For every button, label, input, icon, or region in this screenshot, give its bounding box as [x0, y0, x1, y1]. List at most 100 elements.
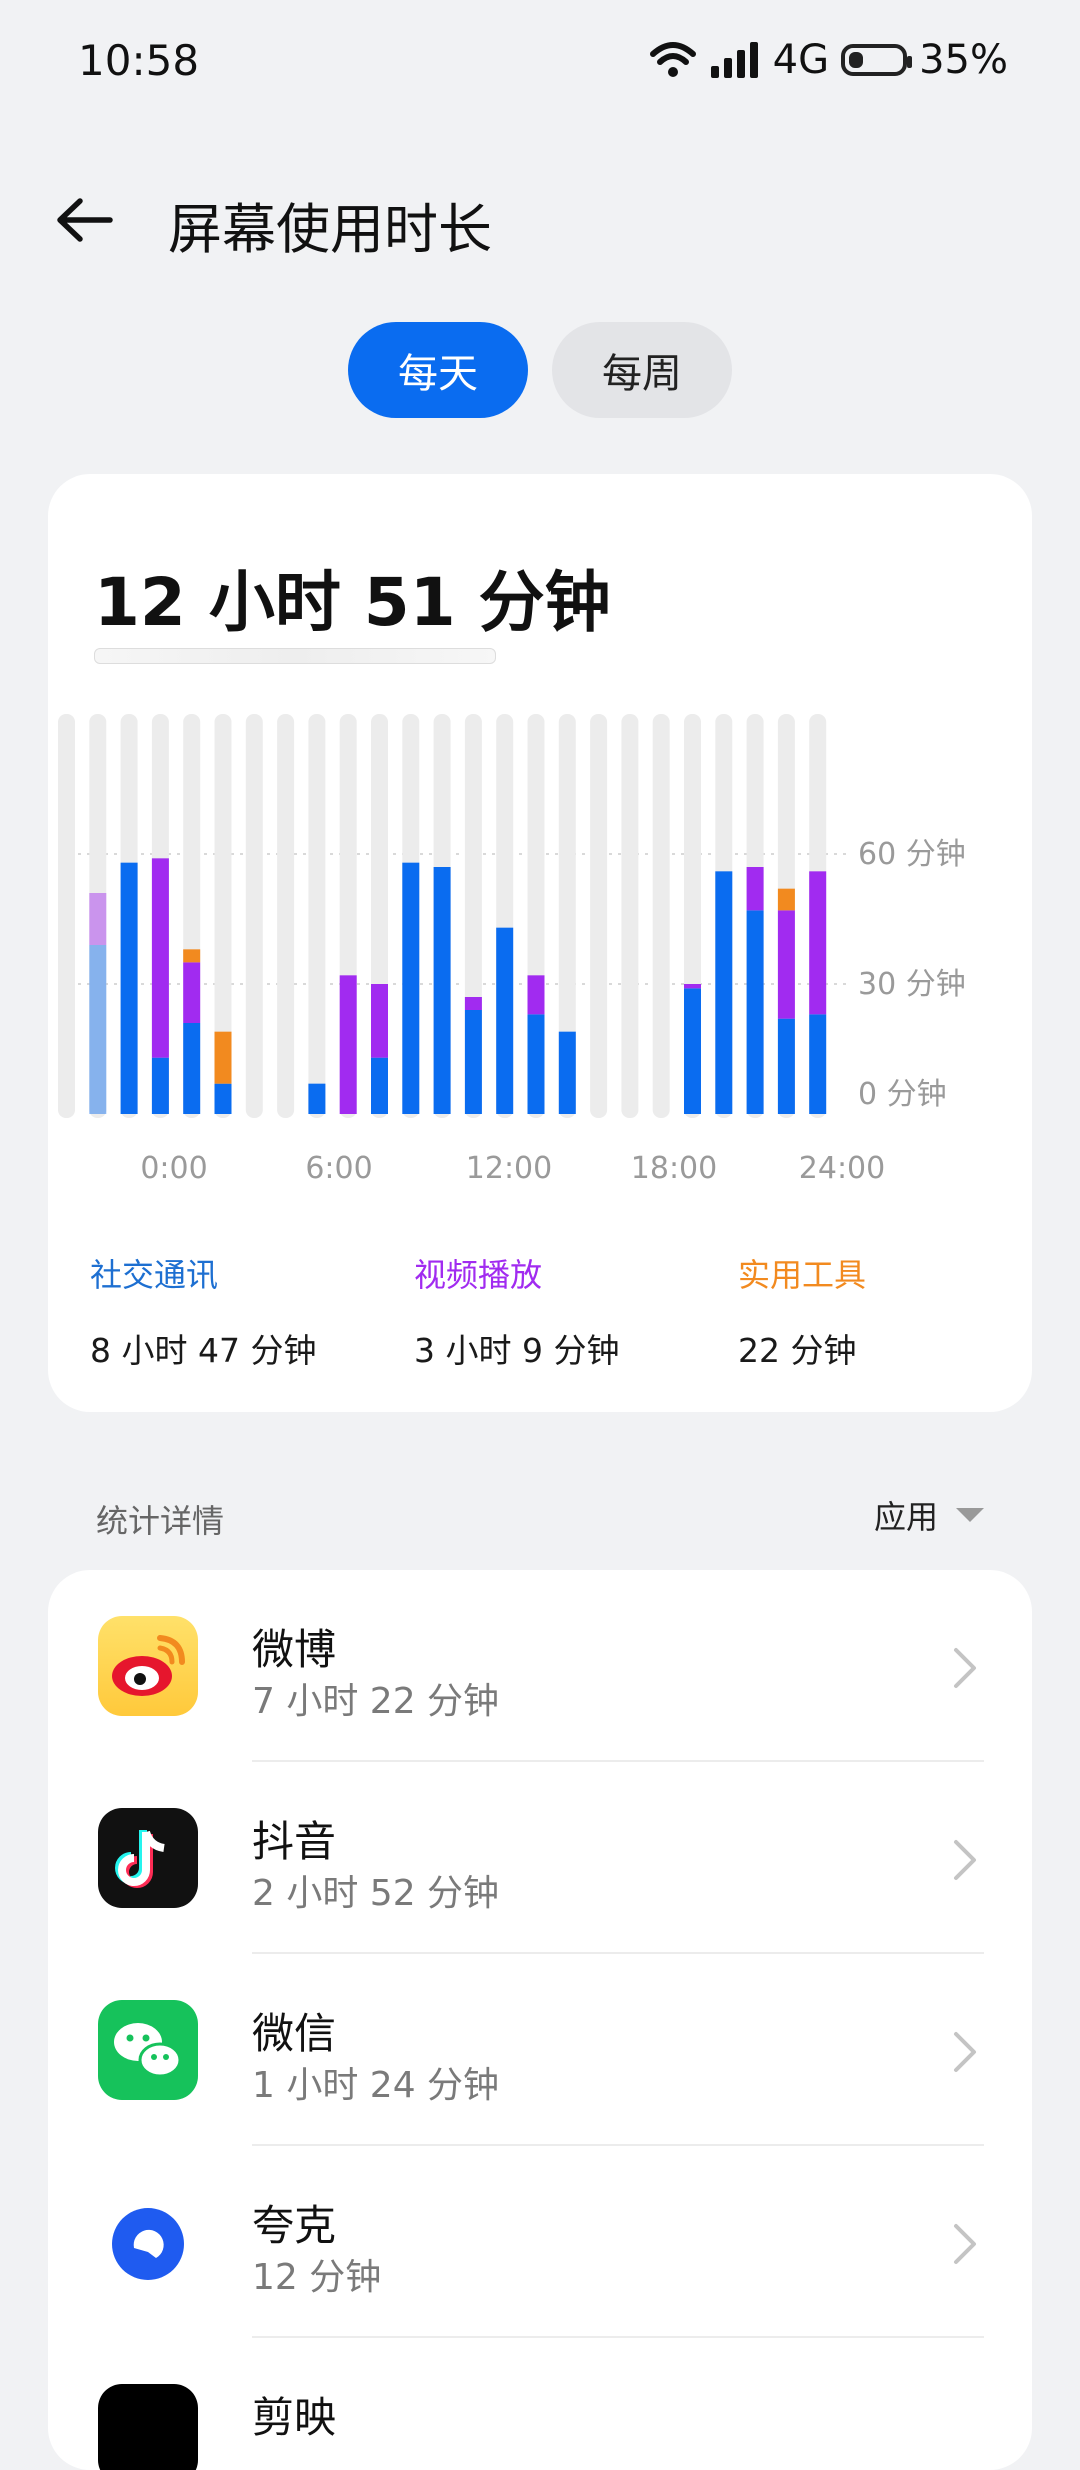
chevron-right-icon	[954, 2032, 976, 2072]
bar-segment	[308, 1083, 326, 1114]
douyin-icon	[98, 1808, 198, 1908]
bar-segment	[89, 945, 107, 1114]
bar-track[interactable]	[277, 714, 295, 1118]
wifi-icon	[649, 42, 696, 77]
x-tick-label: 0:00	[140, 1151, 207, 1186]
y-tick-label: 60 分钟	[858, 837, 966, 872]
signal-icon	[710, 42, 758, 78]
app-usage-time: 7 小时 22 分钟	[252, 1681, 500, 1722]
bar-track[interactable]	[590, 714, 608, 1118]
category-social: 社交通讯 8 小时 47 分钟	[90, 1250, 316, 1372]
app-usage-time: 2 小时 52 分钟	[252, 1873, 500, 1914]
total-usage: 12 小时 51 分钟	[94, 564, 611, 641]
bar-segment	[183, 1023, 201, 1114]
app-row-jianying[interactable]: 剪映	[48, 2338, 1032, 2470]
bar-segment	[746, 867, 764, 911]
bar-segment	[371, 984, 388, 1058]
app-name: 夸克	[252, 2201, 337, 2250]
battery-icon	[841, 44, 913, 76]
chevron-right-icon	[954, 1840, 976, 1880]
category-value: 3 小时 9 分钟	[414, 1331, 620, 1370]
bar-segment	[464, 997, 482, 1010]
wechat-icon	[98, 2000, 198, 2100]
back-arrow-icon[interactable]	[50, 185, 120, 255]
bar-segment	[527, 975, 545, 1015]
page-title: 屏幕使用时长	[168, 198, 492, 261]
dropdown-triangle-icon	[956, 1508, 984, 1522]
redacted-text	[94, 648, 496, 664]
bar-segment	[183, 949, 201, 963]
x-tick-label: 12:00	[466, 1151, 552, 1186]
network-type: 4G	[772, 37, 830, 83]
status-time: 10:58	[78, 36, 200, 85]
app-name: 剪映	[252, 2393, 337, 2442]
bar-segment	[339, 975, 357, 1114]
usage-summary-card: 12 小时 51 分钟 60 分钟 30 分钟 0 分钟 0:00 6:00 12:00 1…	[48, 474, 1032, 1412]
bar-segment	[214, 1083, 232, 1114]
bar-track[interactable]	[58, 714, 75, 1118]
app-row-quark[interactable]: 夸克 12 分钟	[48, 2146, 1032, 2338]
bar-segment	[809, 871, 827, 1015]
jianying-icon	[98, 2384, 198, 2470]
app-name: 微信	[252, 2009, 337, 2058]
bar-segment	[151, 858, 169, 1058]
y-tick-label: 0 分钟	[858, 1077, 947, 1112]
app-list: 微博 7 小时 22 分钟 抖音 2 小时 52 分钟 微信 1 小时 24 分…	[48, 1570, 1032, 2470]
chevron-right-icon	[954, 2224, 976, 2264]
bar-segment	[151, 1057, 169, 1114]
weibo-icon	[98, 1616, 198, 1716]
bar-track[interactable]	[308, 714, 326, 1118]
app-name: 抖音	[252, 1817, 337, 1866]
bar-segment	[746, 910, 764, 1114]
battery-percent: 35%	[919, 37, 1008, 83]
bar-segment	[433, 867, 451, 1114]
category-value: 22 分钟	[738, 1331, 857, 1370]
app-usage-time: 1 小时 24 分钟	[252, 2065, 500, 2106]
bar-segment	[371, 1057, 388, 1114]
x-tick-label: 6:00	[305, 1151, 372, 1186]
category-name: 实用工具	[738, 1256, 867, 1294]
category-video: 视频播放 3 小时 9 分钟	[414, 1250, 619, 1372]
bar-segment	[684, 988, 701, 1114]
period-tabs: 每天 每周	[0, 322, 1080, 420]
y-tick-label: 30 分钟	[858, 967, 966, 1002]
tab-weekly[interactable]: 每周	[552, 322, 732, 418]
bar-segment	[402, 862, 420, 1114]
quark-icon	[98, 2192, 198, 2292]
category-name: 社交通讯	[90, 1256, 219, 1294]
status-bar: 10:58 4G 35%	[0, 0, 1080, 124]
app-name: 微博	[252, 1625, 337, 1674]
bar-track[interactable]	[652, 714, 670, 1118]
usage-chart: 60 分钟 30 分钟 0 分钟 0:00 6:00 12:00 18:00 24:00	[58, 714, 966, 1186]
status-icons: 4G 35%	[649, 34, 1008, 86]
details-heading: 统计详情	[96, 1502, 225, 1540]
x-tick-label: 18:00	[631, 1151, 717, 1186]
bar-segment	[464, 1010, 482, 1114]
bar-segment	[684, 984, 701, 989]
category-tools: 实用工具 22 分钟	[738, 1250, 866, 1372]
bar-segment	[496, 927, 514, 1114]
bar-segment	[777, 910, 795, 1019]
filter-label: 应用	[873, 1498, 938, 1536]
bar-track[interactable]	[621, 714, 639, 1118]
bar-segment	[558, 1031, 576, 1114]
app-usage-time: 12 分钟	[252, 2257, 382, 2298]
app-row-weibo[interactable]: 微博 7 小时 22 分钟	[48, 1570, 1032, 1762]
tab-daily[interactable]: 每天	[348, 322, 528, 418]
app-row-douyin[interactable]: 抖音 2 小时 52 分钟	[48, 1762, 1032, 1954]
bar-segment	[715, 871, 733, 1114]
bar-segment	[809, 1014, 827, 1114]
chevron-right-icon	[954, 1648, 976, 1688]
x-tick-label: 24:00	[799, 1151, 885, 1186]
bar-segment	[777, 888, 795, 911]
bar-segment	[214, 1031, 232, 1084]
page-header: 屏幕使用时长	[0, 165, 1080, 275]
app-row-wechat[interactable]: 微信 1 小时 24 分钟	[48, 1954, 1032, 2146]
filter-dropdown[interactable]: 应用	[874, 1492, 984, 1538]
category-value: 8 小时 47 分钟	[90, 1331, 317, 1370]
bar-segment	[120, 862, 138, 1114]
bar-segment	[183, 962, 201, 1023]
bar-segment	[527, 1014, 545, 1114]
bar-track[interactable]	[245, 714, 263, 1118]
category-name: 视频播放	[414, 1256, 543, 1294]
